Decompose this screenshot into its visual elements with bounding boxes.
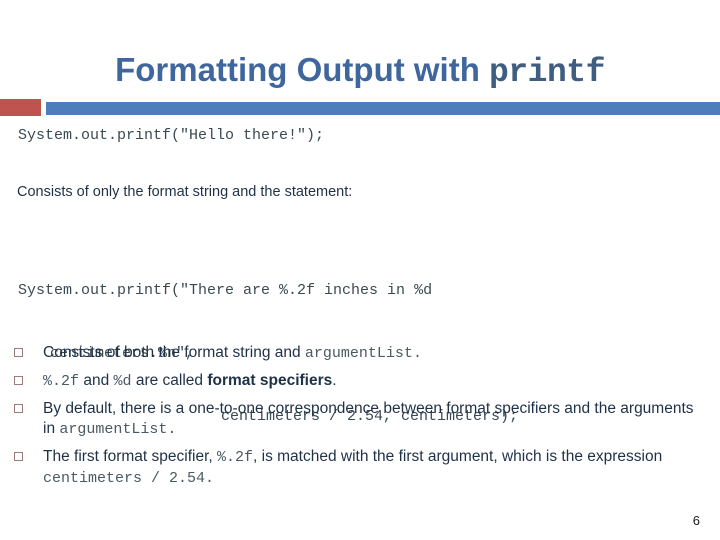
code-snippet-hello: System.out.printf("Hello there!"); bbox=[18, 127, 325, 144]
accent-bar-blue bbox=[46, 102, 720, 115]
bullet-list: Consists of both the format string and a… bbox=[14, 343, 694, 496]
square-bullet-icon bbox=[14, 376, 23, 385]
square-bullet-icon bbox=[14, 348, 23, 357]
list-item: By default, there is a one-to-one corres… bbox=[14, 399, 694, 440]
list-item: The first format specifier, %.2f, is mat… bbox=[14, 447, 694, 489]
slide-body: System.out.printf("Hello there!"); Consi… bbox=[0, 118, 720, 518]
square-bullet-icon bbox=[14, 404, 23, 413]
list-item-text: By default, there is a one-to-one corres… bbox=[43, 400, 694, 438]
page-title-code: printf bbox=[489, 54, 605, 92]
page-title-text: Formatting Output with bbox=[115, 51, 490, 89]
list-item-text: Consists of both the format string and a… bbox=[43, 344, 422, 362]
page-title: Formatting Output with printf bbox=[0, 48, 720, 95]
code-snippet-printf-line1: System.out.printf("There are %.2f inches… bbox=[18, 282, 433, 299]
list-item: %.2f and %d are called format specifiers… bbox=[14, 371, 694, 392]
slide: Formatting Output with printf System.out… bbox=[0, 0, 720, 540]
list-item-text: The first format specifier, %.2f, is mat… bbox=[43, 448, 663, 487]
list-item-text: %.2f and %d are called format specifiers… bbox=[43, 372, 337, 390]
square-bullet-icon bbox=[14, 452, 23, 461]
accent-bar-red bbox=[0, 99, 41, 116]
statement-description: Consists of only the format string and t… bbox=[17, 184, 353, 200]
list-item: Consists of both the format string and a… bbox=[14, 343, 694, 364]
page-number: 6 bbox=[692, 513, 700, 528]
